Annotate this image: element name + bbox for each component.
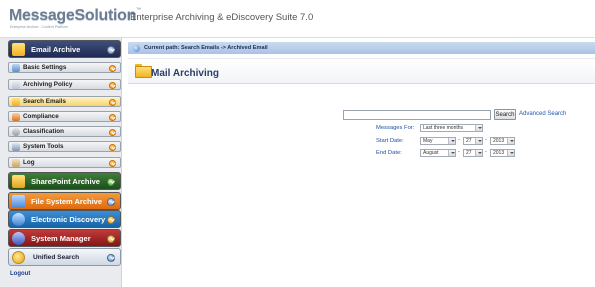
end-year-select[interactable]: 2013 — [490, 149, 515, 157]
chevron-down-icon — [475, 125, 482, 131]
expand-icon[interactable] — [107, 253, 115, 262]
collapse-icon[interactable] — [107, 45, 115, 54]
chevron-down-icon — [448, 150, 455, 156]
messages-for-value: Last three months — [423, 125, 464, 131]
end-month-value: August — [423, 150, 439, 156]
sidebar-file-system-archive[interactable]: File System Archive — [8, 192, 121, 210]
end-date-label: End Date: — [376, 150, 402, 156]
sidebar-item-search-emails[interactable]: Search Emails — [8, 96, 121, 107]
sidebar-system-manager[interactable]: System Manager — [8, 229, 121, 247]
sidebar-unified-search-label: Unified Search — [33, 253, 80, 261]
start-month-value: May — [423, 138, 433, 144]
end-year-value: 2013 — [493, 150, 505, 156]
sidebar-item-label: Archiving Policy — [23, 81, 73, 88]
chevron-down-icon — [448, 138, 455, 144]
sidebar-item-label: Classification — [23, 128, 64, 135]
end-day-select[interactable]: 27 — [463, 149, 483, 157]
sidebar-email-archive[interactable]: Email Archive — [8, 40, 121, 58]
sidebar-item-label: Compliance — [23, 113, 59, 120]
system-manager-icon — [12, 232, 25, 245]
date-separator: - — [485, 149, 487, 155]
expand-icon[interactable] — [107, 197, 115, 206]
date-separator: - — [458, 149, 460, 155]
start-date-label: Start Date: — [376, 138, 404, 144]
breadcrumb: Current path: Search Emails -> Archived … — [128, 42, 595, 54]
sidebar-unified-search[interactable]: Unified Search — [8, 248, 121, 266]
logout-link[interactable]: Logout — [10, 271, 30, 277]
sharepoint-icon — [12, 175, 25, 188]
sidebar-item-label: Basic Settings — [23, 64, 67, 71]
search-folder-icon — [12, 98, 20, 106]
expand-icon[interactable] — [107, 177, 115, 186]
chevron-down-icon — [475, 150, 482, 156]
expand-icon[interactable] — [107, 215, 115, 224]
policy-icon — [12, 81, 20, 89]
sidebar-item-classification[interactable]: Classification — [8, 126, 121, 137]
sidebar-sharepoint-archive[interactable]: SharePoint Archive — [8, 172, 121, 190]
compliance-icon — [12, 113, 20, 121]
end-day-value: 27 — [466, 150, 472, 156]
advanced-search-link[interactable]: Advanced Search — [519, 111, 566, 117]
sidebar-item-basic-settings[interactable]: Basic Settings — [8, 62, 121, 73]
messages-for-select[interactable]: Last three months — [420, 124, 483, 132]
start-year-select[interactable]: 2013 — [490, 137, 515, 145]
expand-icon[interactable] — [109, 143, 116, 151]
expand-icon[interactable] — [109, 128, 116, 136]
page-heading: Mail Archiving — [128, 58, 595, 84]
log-icon — [12, 159, 20, 167]
file-system-icon — [12, 195, 25, 208]
sidebar-item-label: Search Emails — [23, 98, 67, 105]
logo-tagline: Enterprise Archive - Content Platform — [10, 25, 68, 29]
sidebar-sharepoint-label: SharePoint Archive — [31, 176, 100, 186]
chevron-down-icon — [475, 138, 482, 144]
chevron-down-icon — [507, 150, 514, 156]
end-month-select[interactable]: August — [420, 149, 456, 157]
sidebar-item-label: System Tools — [23, 143, 64, 150]
sidebar-item-compliance[interactable]: Compliance — [8, 111, 121, 122]
breadcrumb-text: Current path: Search Emails -> Archived … — [144, 45, 268, 51]
sidebar-file-system-label: File System Archive — [31, 196, 103, 206]
expand-icon[interactable] — [107, 234, 115, 243]
search-button[interactable]: Search — [494, 109, 516, 120]
sidebar-system-manager-label: System Manager — [31, 233, 91, 243]
date-separator: - — [458, 137, 460, 143]
sidebar-item-log[interactable]: Log — [8, 157, 121, 168]
folder-icon — [12, 43, 25, 56]
folder-icon — [135, 64, 152, 78]
suite-title: Enterprise Archiving & eDiscovery Suite … — [130, 12, 314, 23]
tools-icon — [12, 143, 20, 151]
expand-icon[interactable] — [109, 64, 116, 72]
start-day-select[interactable]: 27 — [463, 137, 483, 145]
settings-page-icon — [12, 64, 20, 72]
logo-text: MessageSolution — [9, 7, 137, 24]
sidebar-discovery-label: Electronic Discovery — [31, 214, 106, 224]
expand-icon[interactable] — [109, 159, 116, 167]
start-year-value: 2013 — [493, 138, 505, 144]
location-icon — [133, 44, 140, 52]
start-month-select[interactable]: May — [420, 137, 456, 145]
search-input[interactable] — [343, 110, 491, 120]
sidebar-item-archiving-policy[interactable]: Archiving Policy — [8, 79, 121, 90]
expand-icon[interactable] — [109, 98, 116, 106]
page-title: Mail Archiving — [151, 68, 219, 79]
expand-icon[interactable] — [109, 81, 116, 89]
gear-icon — [12, 128, 20, 136]
sidebar-electronic-discovery[interactable]: Electronic Discovery — [8, 210, 121, 228]
sidebar-item-system-tools[interactable]: System Tools — [8, 141, 121, 152]
unified-search-icon — [12, 251, 25, 264]
start-day-value: 27 — [466, 138, 472, 144]
discovery-icon — [12, 213, 25, 226]
chevron-down-icon — [507, 138, 514, 144]
logo: MessageSolution™ Enterprise Archive - Co… — [9, 7, 141, 29]
expand-icon[interactable] — [109, 113, 116, 121]
date-separator: - — [485, 137, 487, 143]
messages-for-label: Messages For: — [376, 125, 415, 131]
sidebar-item-label: Log — [23, 159, 35, 166]
app-header: MessageSolution™ Enterprise Archive - Co… — [0, 0, 595, 38]
sidebar-email-archive-label: Email Archive — [31, 44, 81, 54]
